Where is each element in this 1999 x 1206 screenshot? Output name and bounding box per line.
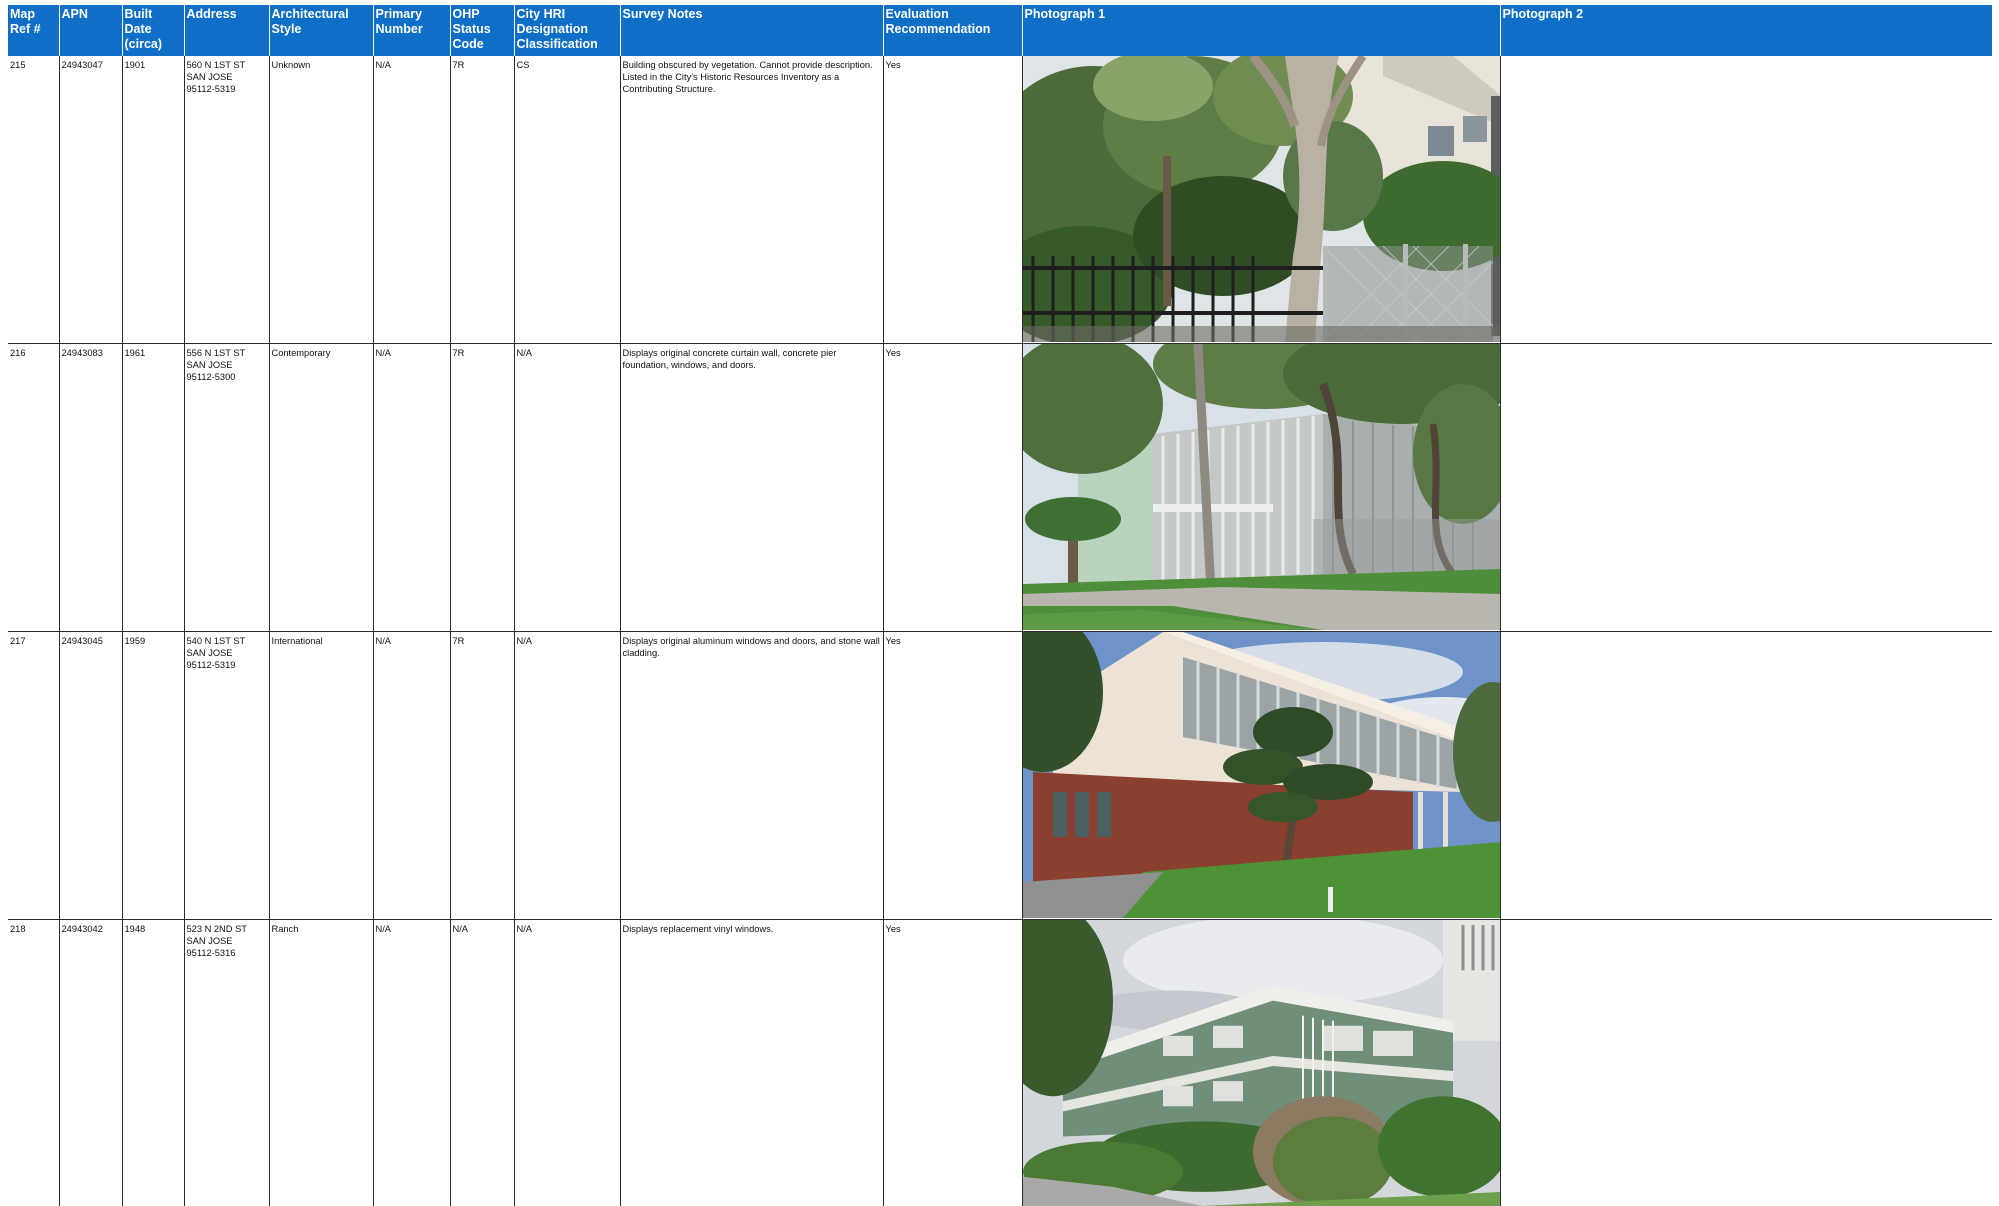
header-built-date: Built Date (circa) <box>122 5 184 56</box>
cell-ohp-status: 7R <box>450 56 514 344</box>
cell-photograph-2 <box>1500 632 1992 920</box>
cell-evaluation: Yes <box>883 344 1022 632</box>
cell-architectural-style: Ranch <box>269 920 373 1206</box>
cell-primary-number: N/A <box>373 632 450 920</box>
address-city: SAN JOSE <box>187 647 267 659</box>
table-row: 217 24943045 1959 540 N 1ST ST SAN JOSE … <box>8 632 1992 920</box>
address-zip: 95112-5316 <box>187 947 267 959</box>
cell-evaluation: Yes <box>883 920 1022 1206</box>
cell-primary-number: N/A <box>373 920 450 1206</box>
header-map-ref: Map Ref # <box>8 5 59 56</box>
cell-photograph-1 <box>1022 56 1500 344</box>
cell-map-ref: 216 <box>8 344 59 632</box>
header-address: Address <box>184 5 269 56</box>
address-street: 556 N 1ST ST <box>187 347 267 359</box>
cell-built-date: 1901 <box>122 56 184 344</box>
cell-city-hri: N/A <box>514 920 620 1206</box>
header-city-hri: City HRI Designation Classification <box>514 5 620 56</box>
cell-architectural-style: Unknown <box>269 56 373 344</box>
cell-built-date: 1959 <box>122 632 184 920</box>
header-row: Map Ref # APN Built Date (circa) Address… <box>8 5 1992 56</box>
cell-photograph-2 <box>1500 920 1992 1206</box>
header-survey-notes: Survey Notes <box>620 5 883 56</box>
cell-photograph-2 <box>1500 56 1992 344</box>
cell-architectural-style: Contemporary <box>269 344 373 632</box>
header-photograph-2: Photograph 2 <box>1500 5 1992 56</box>
cell-apn: 24943045 <box>59 632 122 920</box>
cell-apn: 24943042 <box>59 920 122 1206</box>
cell-architectural-style: International <box>269 632 373 920</box>
photo-vegetation-building <box>1023 56 1501 342</box>
cell-survey-notes: Displays original aluminum windows and d… <box>620 632 883 920</box>
header-primary-number: Primary Number <box>373 5 450 56</box>
cell-evaluation: Yes <box>883 632 1022 920</box>
header-evaluation: Evaluation Recommendation <box>883 5 1022 56</box>
address-city: SAN JOSE <box>187 935 267 947</box>
header-ohp-status-code: OHP Status Code <box>450 5 514 56</box>
cell-ohp-status: 7R <box>450 632 514 920</box>
table-row: 215 24943047 1901 560 N 1ST ST SAN JOSE … <box>8 56 1992 344</box>
address-city: SAN JOSE <box>187 359 267 371</box>
cell-photograph-1 <box>1022 344 1500 632</box>
address-street: 523 N 2ND ST <box>187 923 267 935</box>
cell-primary-number: N/A <box>373 56 450 344</box>
cell-photograph-1 <box>1022 920 1500 1206</box>
table-row: 218 24943042 1948 523 N 2ND ST SAN JOSE … <box>8 920 1992 1206</box>
photo-curtain-wall-building <box>1023 344 1501 630</box>
cell-map-ref: 215 <box>8 56 59 344</box>
cell-evaluation: Yes <box>883 56 1022 344</box>
cell-city-hri: CS <box>514 56 620 344</box>
cell-address: 540 N 1ST ST SAN JOSE 95112-5319 <box>184 632 269 920</box>
cell-survey-notes: Displays replacement vinyl windows. <box>620 920 883 1206</box>
address-zip: 95112-5319 <box>187 83 267 95</box>
photo-international-style-building <box>1023 632 1501 918</box>
address-street: 560 N 1ST ST <box>187 59 267 71</box>
table-row: 216 24943083 1961 556 N 1ST ST SAN JOSE … <box>8 344 1992 632</box>
cell-address: 556 N 1ST ST SAN JOSE 95112-5300 <box>184 344 269 632</box>
address-zip: 95112-5300 <box>187 371 267 383</box>
cell-photograph-2 <box>1500 344 1992 632</box>
address-zip: 95112-5319 <box>187 659 267 671</box>
cell-map-ref: 217 <box>8 632 59 920</box>
cell-survey-notes: Displays original concrete curtain wall,… <box>620 344 883 632</box>
cell-photograph-1 <box>1022 632 1500 920</box>
address-city: SAN JOSE <box>187 71 267 83</box>
header-apn: APN <box>59 5 122 56</box>
address-street: 540 N 1ST ST <box>187 635 267 647</box>
cell-city-hri: N/A <box>514 344 620 632</box>
cell-map-ref: 218 <box>8 920 59 1206</box>
survey-table: Map Ref # APN Built Date (circa) Address… <box>8 5 1992 1206</box>
cell-address: 560 N 1ST ST SAN JOSE 95112-5319 <box>184 56 269 344</box>
cell-built-date: 1948 <box>122 920 184 1206</box>
cell-ohp-status: N/A <box>450 920 514 1206</box>
cell-apn: 24943047 <box>59 56 122 344</box>
cell-address: 523 N 2ND ST SAN JOSE 95112-5316 <box>184 920 269 1206</box>
header-architectural-style: Architectural Style <box>269 5 373 56</box>
cell-city-hri: N/A <box>514 632 620 920</box>
photo-ranch-building <box>1023 920 1501 1206</box>
cell-primary-number: N/A <box>373 344 450 632</box>
cell-ohp-status: 7R <box>450 344 514 632</box>
cell-survey-notes: Building obscured by vegetation. Cannot … <box>620 56 883 344</box>
cell-apn: 24943083 <box>59 344 122 632</box>
header-photograph-1: Photograph 1 <box>1022 5 1500 56</box>
cell-built-date: 1961 <box>122 344 184 632</box>
